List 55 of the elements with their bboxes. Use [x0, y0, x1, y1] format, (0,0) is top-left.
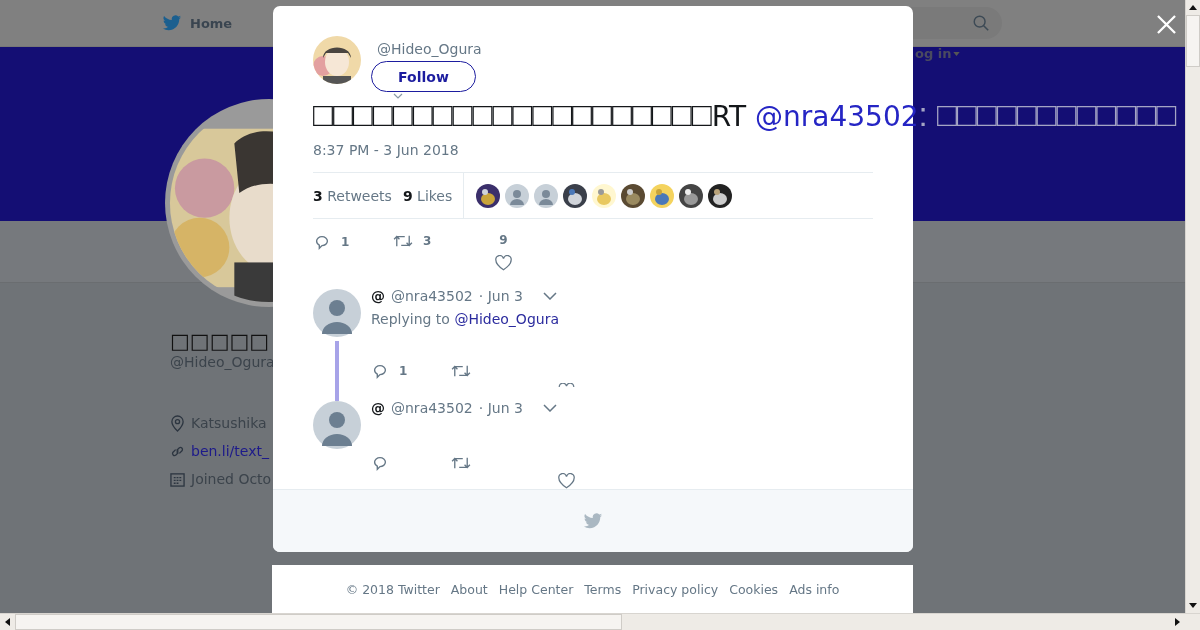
chevron-icon[interactable]	[542, 404, 557, 412]
reply-icon[interactable]	[313, 233, 331, 251]
calendar-icon	[170, 471, 185, 487]
reply-count: 1	[399, 364, 408, 378]
reply-icon[interactable]	[371, 454, 389, 472]
retweet-count: 3	[423, 234, 432, 248]
scroll-thumb[interactable]	[15, 614, 622, 630]
footer-link[interactable]: About	[450, 581, 488, 597]
username[interactable]: @nra43502	[391, 400, 473, 416]
home-link[interactable]: Home	[162, 14, 233, 32]
heart-icon[interactable]	[495, 255, 512, 271]
footer-link[interactable]: Terms	[584, 581, 622, 597]
bird-icon	[162, 14, 182, 32]
avatar-icon[interactable]	[313, 289, 361, 337]
close-icon[interactable]	[1157, 15, 1176, 34]
mention-link[interactable]: @Hideo_Ogura	[454, 311, 559, 327]
reply-icon[interactable]	[371, 362, 389, 380]
footer-link[interactable]: Cookies	[729, 581, 779, 597]
like-count: 9	[499, 233, 508, 247]
retweet-icon[interactable]	[451, 455, 471, 471]
location-pin-icon	[170, 414, 185, 432]
display-name[interactable]: @	[371, 400, 385, 416]
footer-link[interactable]: Help Center	[498, 581, 574, 597]
reply-time[interactable]: · Jun 3	[478, 288, 523, 304]
likes-count[interactable]: 9 Likes	[402, 187, 453, 204]
scroll-thumb[interactable]	[1186, 15, 1200, 67]
footer-link[interactable]: Ads info	[789, 581, 840, 597]
username[interactable]: @Hideo_Ogura	[377, 41, 482, 57]
retweets-count[interactable]: 3 Retweets	[313, 187, 392, 204]
copyright-text: © 2018 Twitter	[345, 581, 440, 597]
profile-name: □□□□□	[170, 329, 270, 353]
caret-icon	[953, 52, 961, 56]
tweet-date: 8:37 PM - 3 Jun 2018	[313, 142, 460, 158]
reply-count: 1	[341, 235, 350, 249]
scroll-down-icon	[1189, 603, 1197, 608]
scroll-up-icon	[1189, 5, 1197, 10]
username[interactable]: @nra43502	[391, 288, 473, 304]
reply-time[interactable]: · Jun 3	[478, 400, 523, 416]
search-icon	[972, 14, 990, 32]
display-name[interactable]: @	[371, 288, 385, 304]
chevron-icon[interactable]	[542, 292, 557, 300]
website-link[interactable]: ben.li/text_	[191, 443, 269, 459]
scroll-right-icon	[1175, 618, 1180, 626]
retweet-icon[interactable]	[393, 233, 413, 249]
chevron-icon	[393, 93, 403, 99]
vertical-scrollbar[interactable]	[1185, 0, 1200, 613]
retweet-icon[interactable]	[451, 363, 471, 379]
bird-icon	[583, 512, 603, 530]
horizontal-scrollbar[interactable]	[0, 613, 1200, 630]
follow-button[interactable]: Follow	[371, 61, 476, 92]
heart-icon[interactable]	[558, 473, 575, 489]
replying-to-text: Replying to @Hideo_Ogura	[371, 311, 560, 327]
footer-link[interactable]: Privacy policy	[632, 581, 719, 597]
scroll-left-icon	[5, 618, 10, 626]
avatar-icon[interactable]	[313, 401, 361, 449]
